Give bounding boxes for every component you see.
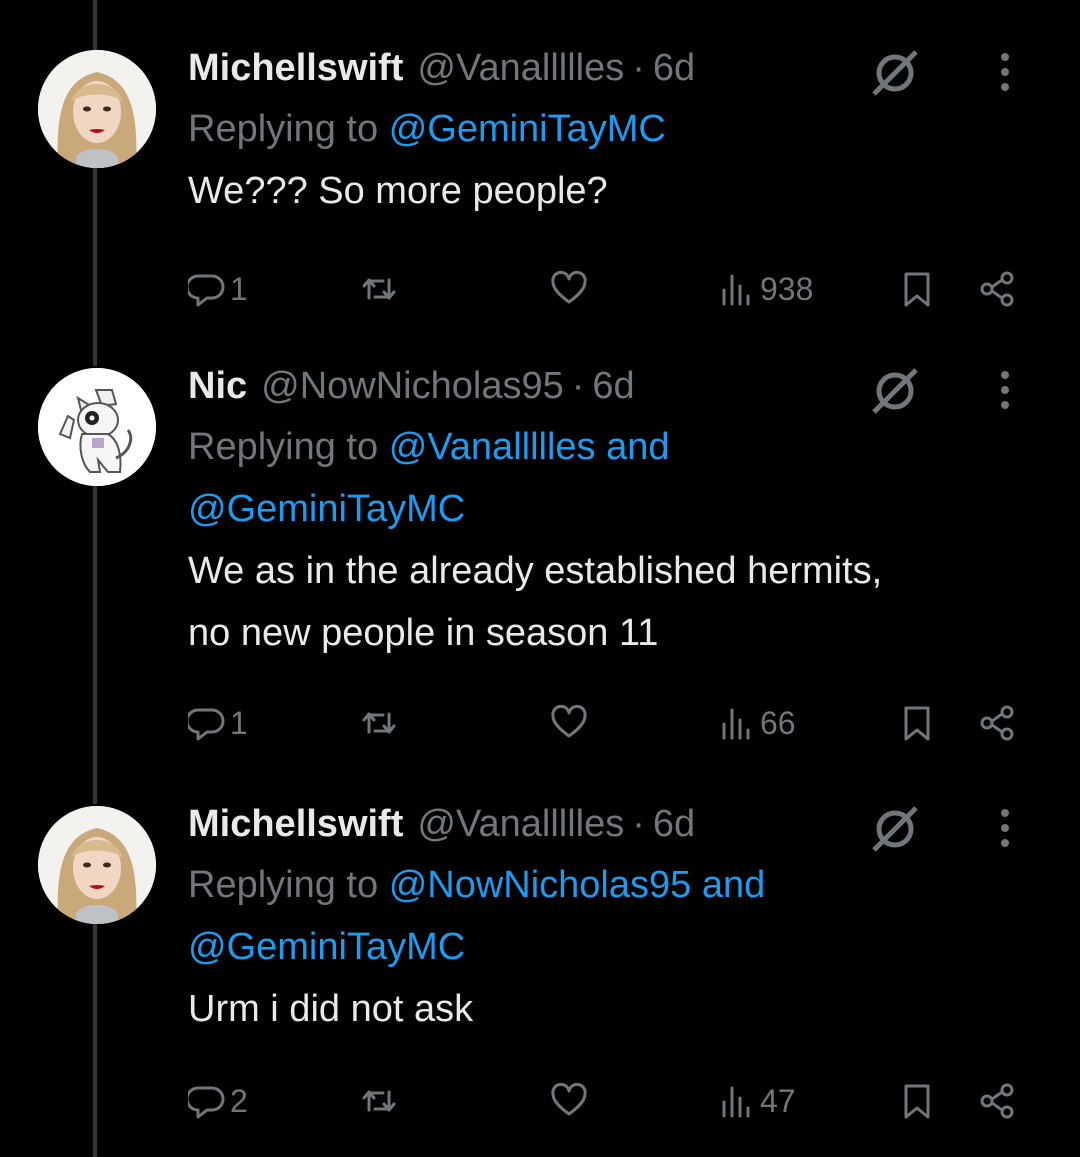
reply-button[interactable]: 1 (188, 698, 248, 748)
separator: · (632, 802, 645, 845)
more-options-icon[interactable] (998, 808, 1012, 848)
thread-line (93, 168, 97, 366)
bookmark-icon (904, 706, 930, 741)
replying-to-continued: @GeminiTayMC (188, 478, 1060, 540)
avatar[interactable] (38, 806, 156, 924)
reply-button[interactable]: 1 (188, 264, 248, 314)
user-handle[interactable]: @Vanallllles (417, 47, 624, 90)
views-icon (722, 1086, 750, 1118)
reply-button[interactable]: 2 (188, 1076, 248, 1126)
tweet-actions: 1 938 (188, 264, 1060, 314)
bookmark-icon (904, 1084, 930, 1119)
heart-icon (551, 704, 587, 738)
avatar[interactable] (38, 368, 156, 486)
tweet-text: Urm i did not ask (188, 988, 474, 1030)
mention-link[interactable]: @GeminiTayMC (389, 108, 666, 150)
tweet-text: We as in the already established hermits… (188, 550, 883, 592)
reply-count: 1 (230, 704, 248, 741)
like-button[interactable] (550, 698, 588, 748)
thread-line (93, 0, 97, 50)
views-button[interactable]: 47 (718, 1076, 796, 1126)
bookmark-button[interactable] (898, 1076, 936, 1126)
view-count: 938 (760, 270, 814, 307)
tweet-actions: 2 47 (188, 1076, 1060, 1126)
tweet-header: Michellswift @Vanallllles · 6d (188, 794, 1060, 854)
timestamp[interactable]: 6d (653, 803, 695, 846)
avatar[interactable] (38, 50, 156, 168)
mention-link[interactable]: @GeminiTayMC (188, 926, 465, 968)
thread-line (93, 924, 97, 1157)
share-button[interactable] (978, 1076, 1016, 1126)
photo-avatar-icon (38, 806, 156, 924)
views-icon (722, 708, 750, 740)
share-icon (980, 271, 1014, 307)
tweet-text-line2: no new people in season 11 (188, 612, 659, 654)
retweet-button[interactable] (360, 698, 398, 748)
tweet-header: Nic @NowNicholas95 · 6d (188, 356, 1060, 416)
mention-link[interactable]: @Vanallllles and (389, 426, 670, 468)
views-icon (722, 274, 750, 306)
share-button[interactable] (978, 264, 1016, 314)
mention-link[interactable]: @GeminiTayMC (188, 488, 465, 530)
thread-line (93, 486, 97, 804)
replying-to: Replying to @Vanallllles and (188, 416, 1060, 478)
replying-to-label: Replying to (188, 426, 379, 468)
views-button[interactable]: 938 (718, 264, 813, 314)
replying-to-continued: @GeminiTayMC (188, 916, 1060, 978)
view-count: 47 (760, 1082, 796, 1119)
grok-icon[interactable] (870, 366, 920, 416)
photo-avatar-icon (38, 50, 156, 168)
retweet-icon (362, 1090, 396, 1112)
replying-to: Replying to @GeminiTayMC (188, 98, 1060, 160)
heart-icon (551, 270, 587, 304)
like-button[interactable] (550, 1076, 588, 1126)
timestamp[interactable]: 6d (592, 365, 634, 408)
bookmark-button[interactable] (898, 264, 936, 314)
user-handle[interactable]: @Vanallllles (417, 803, 624, 846)
heart-icon (551, 1082, 587, 1116)
reply-icon (188, 708, 225, 741)
reply-icon (188, 1086, 225, 1119)
reply-icon (188, 274, 225, 307)
more-options-icon[interactable] (998, 52, 1012, 92)
bookmark-button[interactable] (898, 698, 936, 748)
separator: · (571, 364, 585, 407)
more-options-icon[interactable] (998, 370, 1012, 410)
retweet-icon (362, 278, 396, 300)
retweet-button[interactable] (360, 264, 398, 314)
retweet-button[interactable] (360, 1076, 398, 1126)
grok-icon[interactable] (870, 48, 920, 98)
views-button[interactable]: 66 (718, 698, 796, 748)
reply-count: 1 (230, 270, 248, 307)
reply-count: 2 (230, 1082, 248, 1119)
user-handle[interactable]: @NowNicholas95 (261, 365, 564, 408)
cartoon-cat-avatar-icon (38, 368, 156, 486)
mention-link[interactable]: @NowNicholas95 and (389, 864, 766, 906)
replying-to-label: Replying to (188, 864, 379, 906)
retweet-icon (362, 712, 396, 734)
tweet-text: We??? So more people? (188, 170, 608, 212)
share-icon (980, 705, 1014, 741)
like-button[interactable] (550, 264, 588, 314)
replying-to: Replying to @NowNicholas95 and (188, 854, 1060, 916)
bookmark-icon (904, 272, 930, 307)
replying-to-label: Replying to (188, 108, 379, 150)
timestamp[interactable]: 6d (653, 47, 695, 90)
grok-icon[interactable] (870, 804, 920, 854)
display-name[interactable]: Michellswift (188, 47, 403, 90)
tweet-header: Michellswift @Vanallllles · 6d (188, 38, 1060, 98)
share-button[interactable] (978, 698, 1016, 748)
display-name[interactable]: Nic (188, 365, 247, 408)
share-icon (980, 1083, 1014, 1119)
tweet-actions: 1 66 (188, 698, 1060, 748)
view-count: 66 (760, 704, 796, 741)
display-name[interactable]: Michellswift (188, 803, 403, 846)
separator: · (632, 46, 645, 89)
